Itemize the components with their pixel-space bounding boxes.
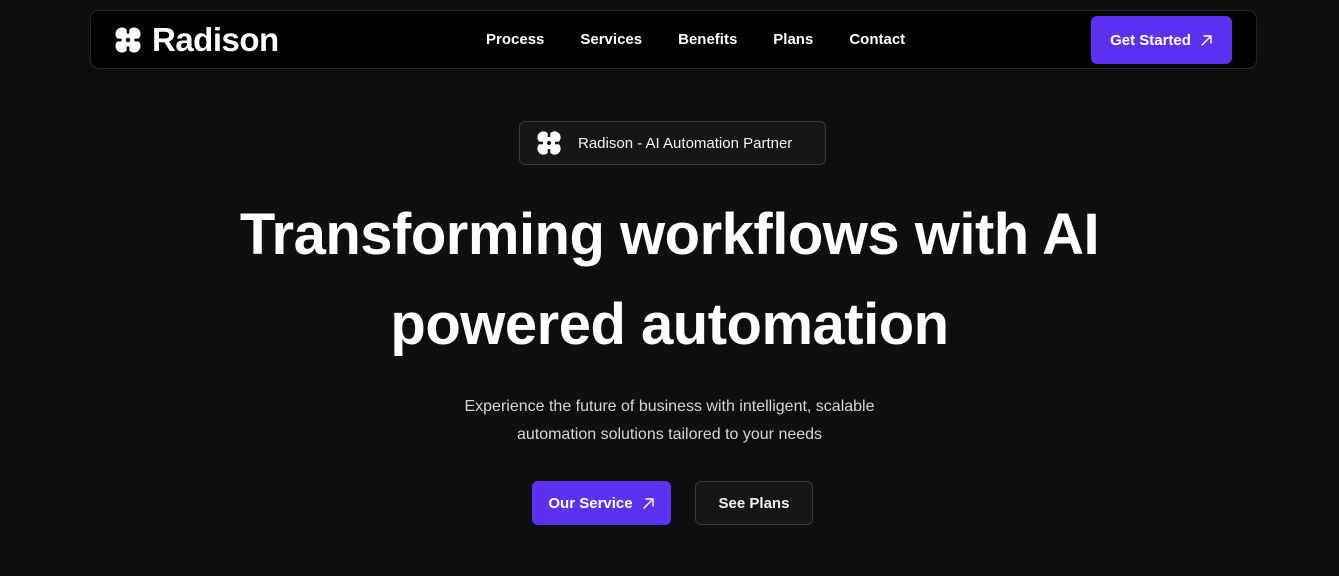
hero-badge: Radison - AI Automation Partner — [519, 121, 826, 165]
brand-name: Radison — [152, 21, 279, 58]
clover-logo-icon — [536, 130, 562, 156]
our-service-button[interactable]: Our Service — [532, 481, 671, 525]
hero-headline: Transforming workflows with AI powered a… — [0, 190, 1339, 370]
see-plans-button[interactable]: See Plans — [695, 481, 813, 525]
nav-link-services[interactable]: Services — [580, 30, 642, 50]
subtext-line-1: Experience the future of business with i… — [464, 398, 875, 415]
our-service-label: Our Service — [548, 494, 633, 512]
see-plans-label: See Plans — [718, 494, 790, 512]
top-navbar: Radison Process Services Benefits Plans … — [90, 10, 1257, 69]
subtext-line-2: automation solutions tailored to your ne… — [516, 426, 823, 443]
hero-cta-row: Our Service See Plans — [532, 481, 813, 525]
hero-subtext: Experience the future of business with i… — [0, 393, 1339, 449]
headline-line-1: Transforming workflows with AI — [239, 202, 1100, 267]
nav-link-contact[interactable]: Contact — [849, 30, 905, 50]
get-started-button[interactable]: Get Started — [1091, 16, 1232, 64]
clover-logo-icon — [115, 27, 141, 53]
arrow-up-right-icon — [1201, 34, 1212, 46]
headline-line-2: powered automation — [390, 292, 949, 357]
get-started-label: Get Started — [1110, 31, 1191, 49]
nav-link-process[interactable]: Process — [486, 30, 544, 50]
nav-link-plans[interactable]: Plans — [773, 30, 813, 50]
badge-text: Radison - AI Automation Partner — [578, 134, 793, 152]
arrow-up-right-icon — [642, 497, 654, 509]
main-nav: Process Services Benefits Plans Contact — [486, 30, 941, 50]
brand-logo-link[interactable]: Radison — [114, 23, 279, 57]
nav-link-benefits[interactable]: Benefits — [678, 30, 737, 50]
